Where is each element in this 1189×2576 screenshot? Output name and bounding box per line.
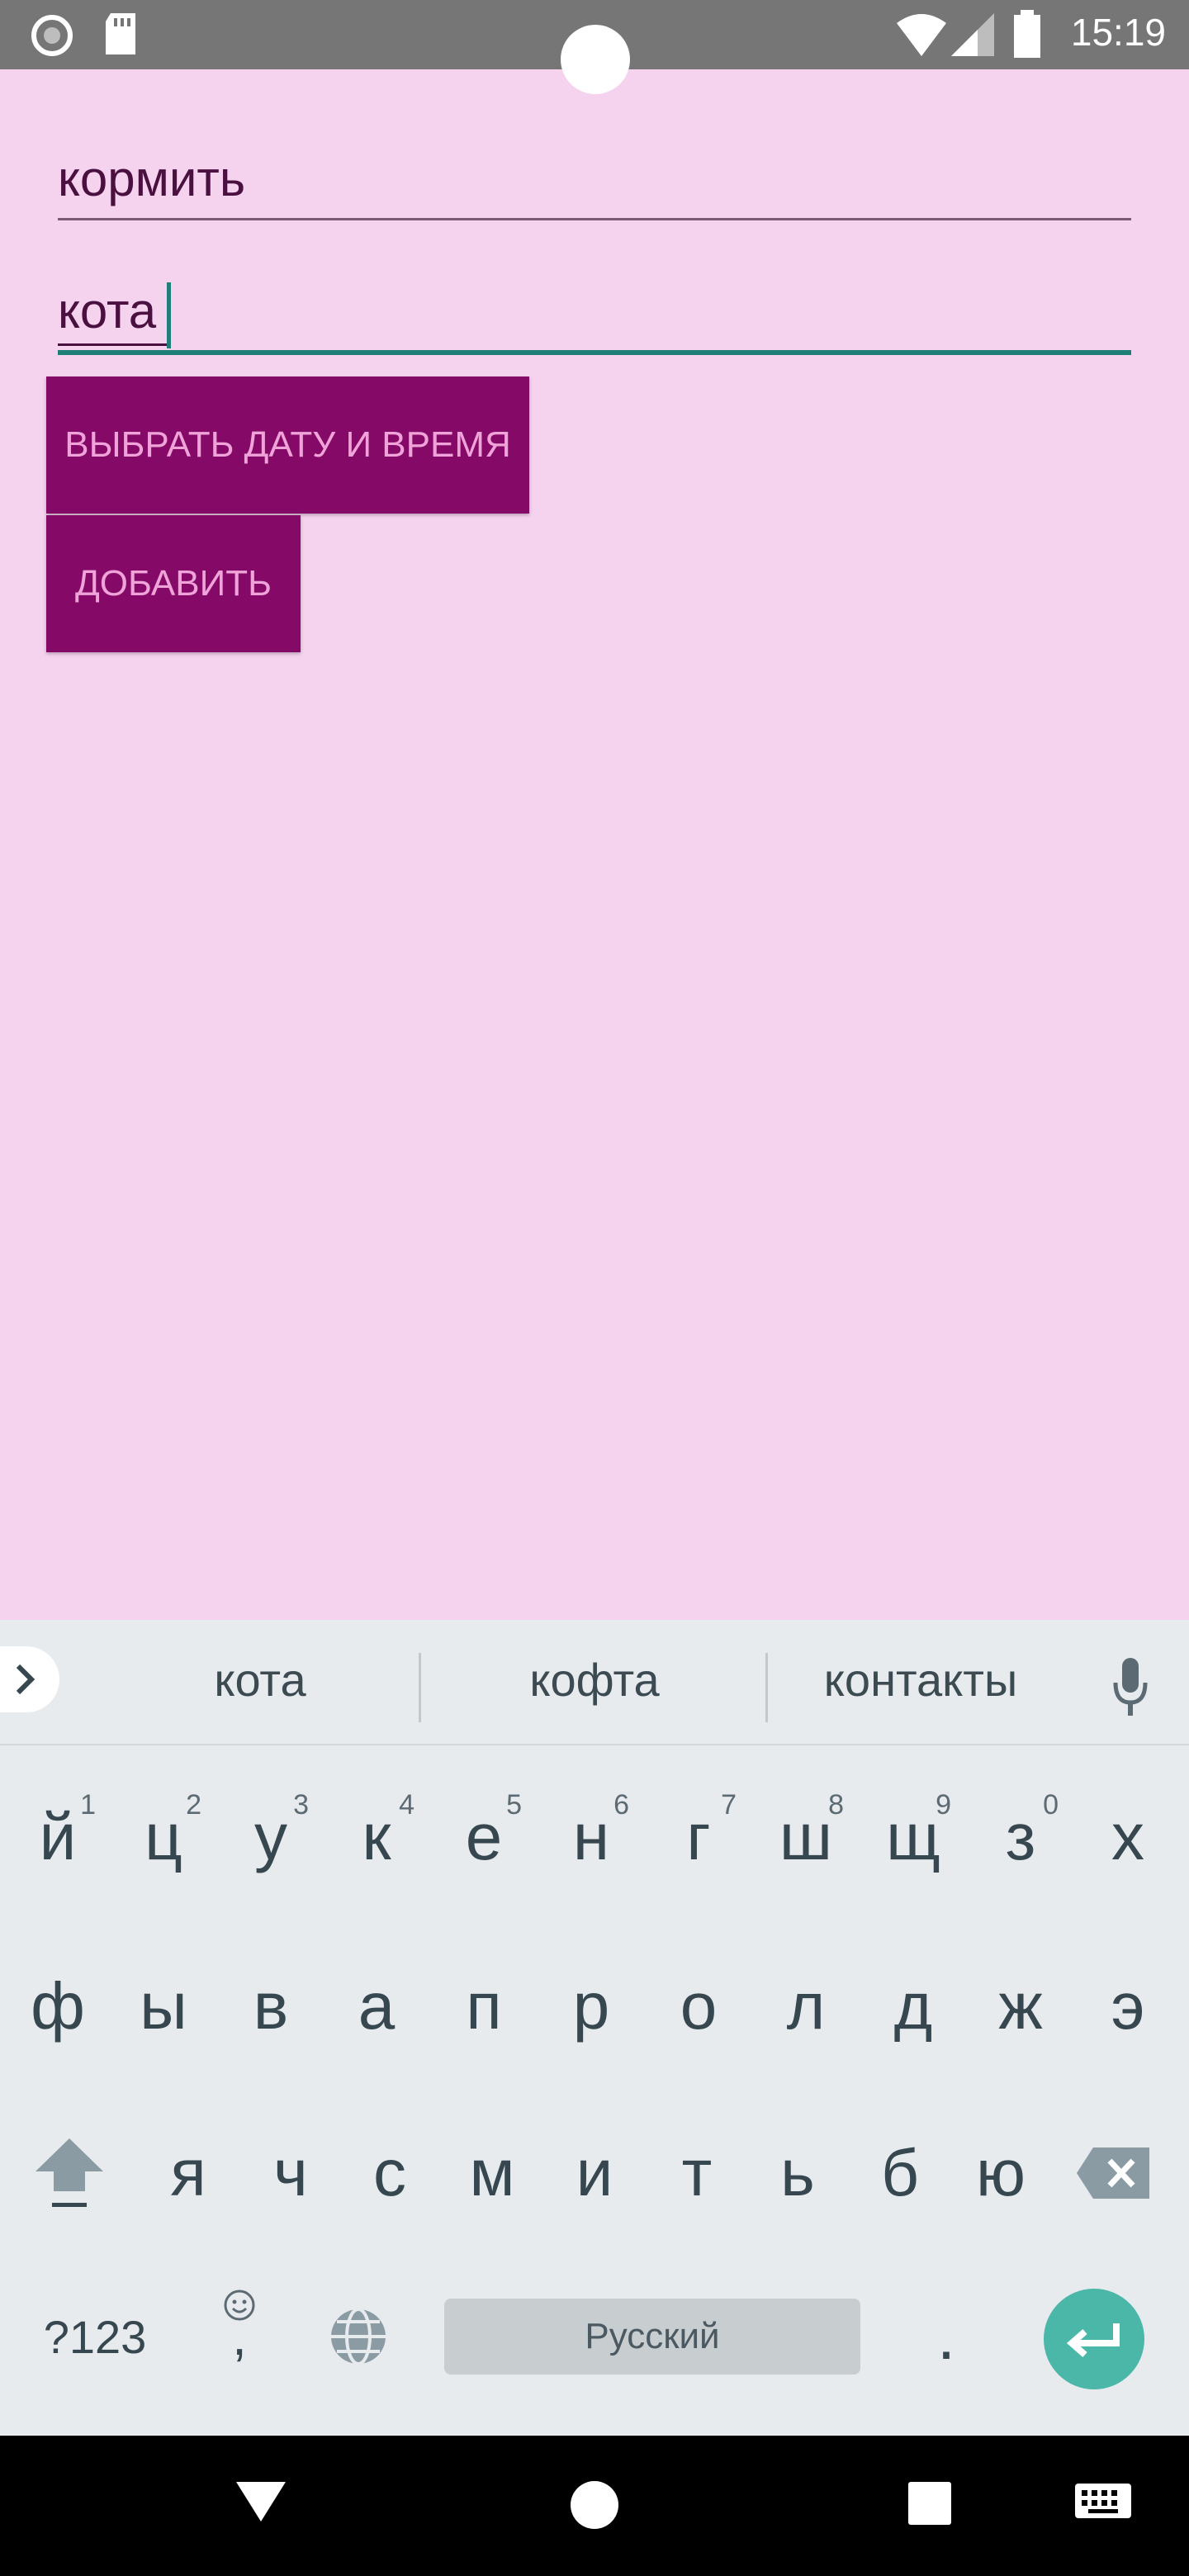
key-о[interactable]: о (649, 1957, 748, 2056)
key-п[interactable]: п (434, 1957, 533, 2056)
key-р[interactable]: р (542, 1957, 641, 2056)
symbols-key[interactable]: ?123 (33, 2287, 157, 2386)
emoji-icon (224, 2290, 255, 2321)
recents-icon[interactable] (907, 2480, 953, 2526)
key-ь[interactable]: ь (748, 2124, 847, 2223)
backspace-icon (1077, 2147, 1149, 2199)
space-key[interactable]: Русский (444, 2299, 860, 2375)
navigation-bar (0, 2436, 1189, 2576)
task-text-value: кормить (58, 151, 246, 206)
emoji-comma-key[interactable]: , (190, 2287, 289, 2386)
key-б[interactable]: б (850, 2124, 950, 2223)
key-ш[interactable]: ш8 (756, 1788, 855, 1887)
camera-cutout (561, 25, 630, 94)
clock: 15:19 (1070, 11, 1166, 54)
shift-icon (36, 2138, 103, 2207)
key-ц[interactable]: ц2 (114, 1788, 213, 1887)
task-object-field[interactable]: кота (58, 272, 1131, 363)
key-ю[interactable]: ю (951, 2124, 1050, 2223)
key-з[interactable]: з0 (971, 1788, 1070, 1887)
key-я[interactable]: я (139, 2124, 238, 2223)
keyboard-switch-icon[interactable] (1073, 2482, 1133, 2523)
microphone-icon[interactable] (1110, 1655, 1151, 1729)
record-icon (31, 15, 73, 56)
key-м[interactable]: м (443, 2124, 542, 2223)
suggestion-2[interactable]: кофта (421, 1653, 768, 1707)
key-л[interactable]: л (756, 1957, 855, 2056)
wifi-icon (897, 14, 946, 56)
shift-key[interactable] (20, 2124, 119, 2223)
task-text-field[interactable]: кормить (58, 140, 1131, 231)
back-icon[interactable] (234, 2479, 287, 2525)
suggestion-1[interactable]: кота (91, 1653, 429, 1707)
key-й[interactable]: й1 (8, 1788, 107, 1887)
key-а[interactable]: а (327, 1957, 426, 2056)
key-г[interactable]: г7 (649, 1788, 748, 1887)
signal-icon (951, 13, 994, 56)
globe-icon (331, 2308, 386, 2365)
home-icon[interactable] (568, 2479, 621, 2531)
field-underline-focused (58, 350, 1131, 355)
key-к[interactable]: к4 (327, 1788, 426, 1887)
sd-card-icon (106, 13, 135, 54)
language-key[interactable] (309, 2287, 408, 2386)
key-в[interactable]: в (221, 1957, 320, 2056)
task-object-value: кота (58, 283, 157, 339)
add-button[interactable]: ДОБАВИТЬ (46, 515, 301, 652)
suggestion-strip: кота кофта контакты (0, 1620, 1189, 1745)
battery-icon (1014, 10, 1040, 58)
key-д[interactable]: д (864, 1957, 963, 2056)
expand-suggestions-button[interactable] (0, 1646, 59, 1712)
key-с[interactable]: с (340, 2124, 439, 2223)
text-cursor (167, 282, 171, 348)
key-ж[interactable]: ж (971, 1957, 1070, 2056)
chevron-right-icon (16, 1664, 36, 1695)
key-т[interactable]: т (647, 2124, 746, 2223)
backspace-key[interactable] (1065, 2124, 1164, 2223)
suggestion-3[interactable]: контакты (768, 1653, 1073, 1707)
key-е[interactable]: е5 (434, 1788, 533, 1887)
key-н[interactable]: н6 (542, 1788, 641, 1887)
enter-key[interactable] (1044, 2289, 1144, 2389)
pick-datetime-button[interactable]: ВЫБРАТЬ ДАТУ И ВРЕМЯ (46, 376, 529, 514)
key-ы[interactable]: ы (114, 1957, 213, 2056)
key-э[interactable]: э (1078, 1957, 1177, 2056)
key-и[interactable]: и (545, 2124, 644, 2223)
key-ф[interactable]: ф (8, 1957, 107, 2056)
composing-underline (58, 343, 167, 346)
key-щ[interactable]: щ9 (864, 1788, 963, 1887)
period-key[interactable]: . (897, 2287, 996, 2386)
key-у[interactable]: у3 (221, 1788, 320, 1887)
field-underline (58, 218, 1131, 220)
key-ч[interactable]: ч (241, 2124, 340, 2223)
key-х[interactable]: х (1078, 1788, 1177, 1887)
enter-icon (1066, 2323, 1120, 2358)
